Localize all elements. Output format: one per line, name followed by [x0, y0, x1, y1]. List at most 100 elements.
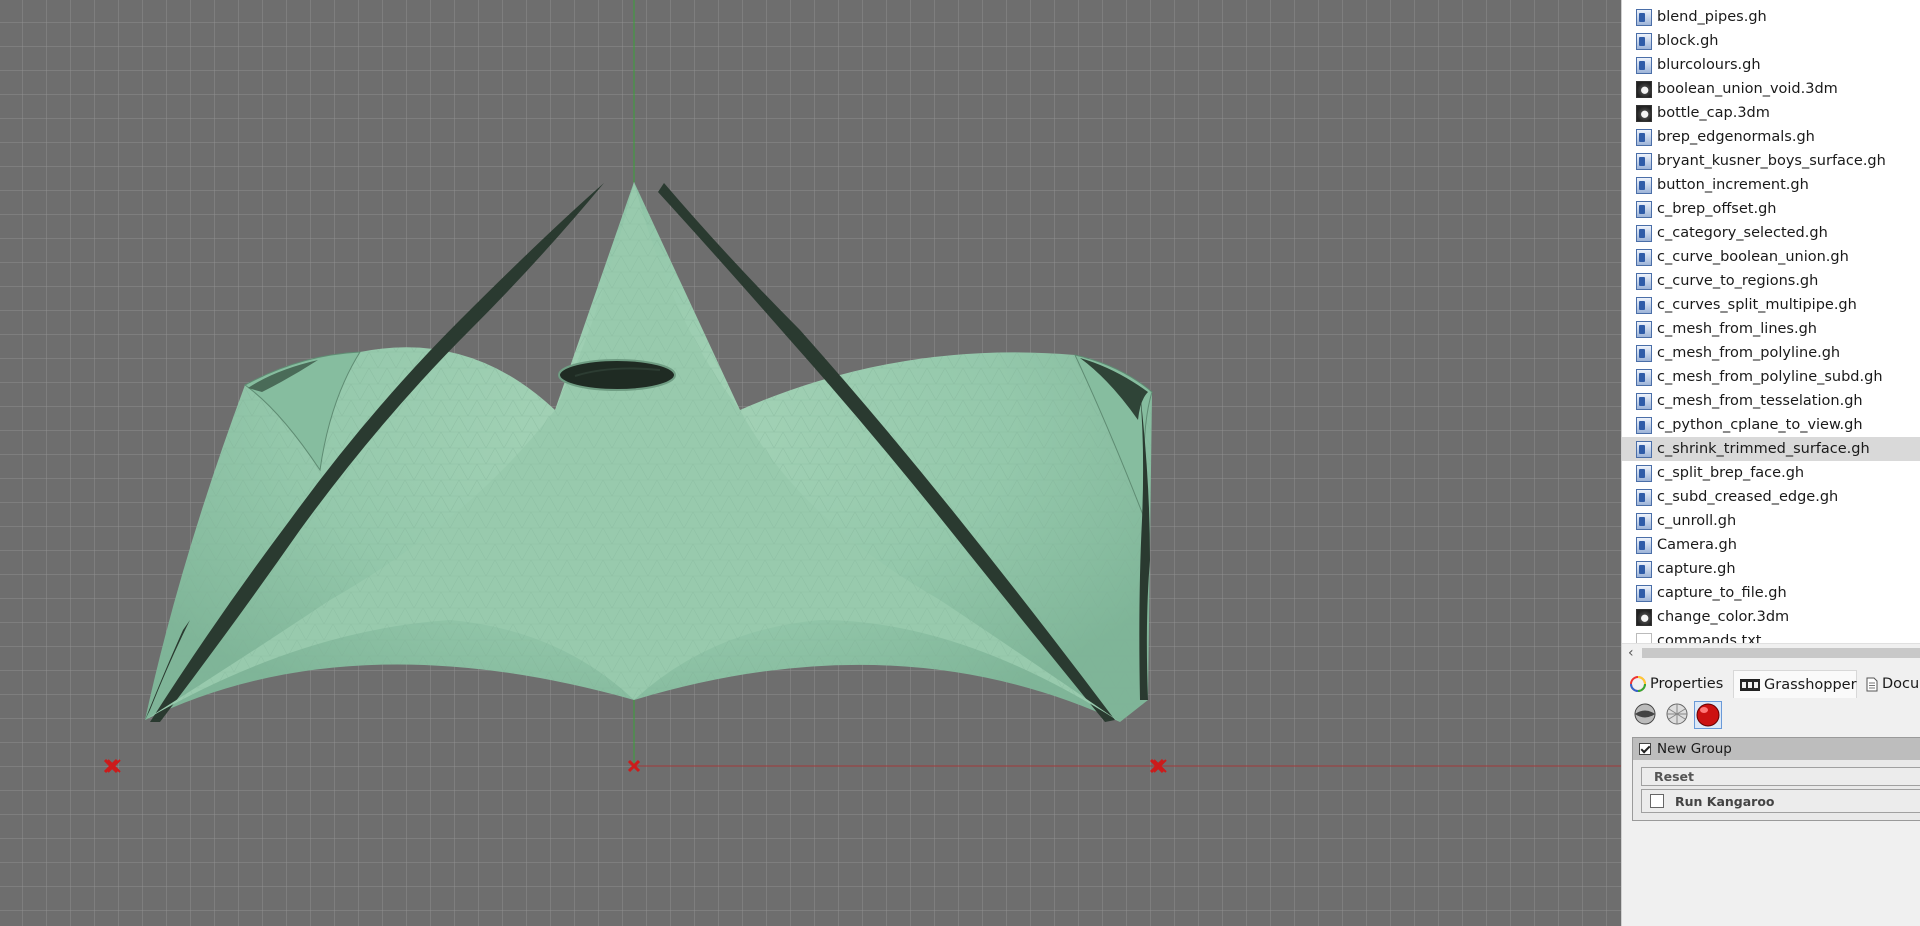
- tab-grasshopper[interactable]: Grasshopper: [1733, 670, 1857, 698]
- file-name: c_mesh_from_tesselation.gh: [1657, 393, 1863, 409]
- file-item[interactable]: c_mesh_from_tesselation.gh: [1622, 389, 1920, 413]
- scroll-left-icon[interactable]: ‹: [1628, 644, 1634, 662]
- file-item[interactable]: c_python_cplane_to_view.gh: [1622, 413, 1920, 437]
- panel-toolbar: [1622, 698, 1920, 734]
- file-item[interactable]: c_brep_offset.gh: [1622, 197, 1920, 221]
- file-item[interactable]: c_mesh_from_lines.gh: [1622, 317, 1920, 341]
- file-item[interactable]: button_increment.gh: [1622, 173, 1920, 197]
- file-item[interactable]: c_mesh_from_polyline_subd.gh: [1622, 365, 1920, 389]
- grasshopper-file-icon: [1636, 344, 1652, 362]
- file-name: bryant_kusner_boys_surface.gh: [1657, 153, 1886, 169]
- grasshopper-file-icon: [1636, 32, 1652, 50]
- tab-document[interactable]: Docum: [1860, 670, 1920, 698]
- file-name: c_mesh_from_lines.gh: [1657, 321, 1817, 337]
- file-name: c_brep_offset.gh: [1657, 201, 1777, 217]
- file-name: change_color.3dm: [1657, 609, 1790, 625]
- group-collapse-checkbox[interactable]: [1639, 743, 1651, 755]
- file-name: c_mesh_from_polyline.gh: [1657, 345, 1841, 361]
- grasshopper-file-icon: [1636, 464, 1652, 482]
- grasshopper-file-icon: [1636, 320, 1652, 338]
- rhino-viewport[interactable]: [0, 0, 1621, 926]
- grasshopper-file-icon: [1636, 200, 1652, 218]
- grasshopper-file-icon: [1636, 440, 1652, 458]
- grasshopper-file-icon: [1636, 224, 1652, 242]
- document-icon: [1866, 677, 1878, 691]
- horizontal-scrollbar[interactable]: ‹: [1622, 643, 1920, 662]
- text-file-icon: [1636, 632, 1652, 643]
- file-item[interactable]: c_shrink_trimmed_surface.gh: [1622, 437, 1920, 461]
- grasshopper-file-icon: [1636, 128, 1652, 146]
- file-name: blurcolours.gh: [1657, 57, 1761, 73]
- grasshopper-file-icon: [1636, 584, 1652, 602]
- file-name: c_unroll.gh: [1657, 513, 1737, 529]
- side-panel: blend_pipes.gh block.gh blurcolours.gh bool…: [1621, 0, 1920, 926]
- grasshopper-file-icon: [1636, 296, 1652, 314]
- grasshopper-file-icon: [1636, 248, 1652, 266]
- grasshopper-file-icon: [1636, 368, 1652, 386]
- run-kangaroo-label: Run Kangaroo: [1675, 793, 1775, 809]
- display-mode-button[interactable]: [1632, 701, 1660, 729]
- file-name: c_curve_to_regions.gh: [1657, 273, 1819, 289]
- file-item[interactable]: bryant_kusner_boys_surface.gh: [1622, 149, 1920, 173]
- run-kangaroo-toggle[interactable]: Run Kangaroo: [1641, 789, 1920, 813]
- file-name: bottle_cap.3dm: [1657, 105, 1770, 121]
- file-item[interactable]: c_unroll.gh: [1622, 509, 1920, 533]
- group-title: New Group: [1657, 741, 1732, 757]
- file-name: capture.gh: [1657, 561, 1736, 577]
- file-name: c_curves_split_multipipe.gh: [1657, 297, 1857, 313]
- file-item[interactable]: capture.gh: [1622, 557, 1920, 581]
- run-kangaroo-checkbox[interactable]: [1650, 794, 1664, 808]
- reset-button[interactable]: Reset: [1641, 767, 1920, 786]
- file-item[interactable]: c_curves_split_multipipe.gh: [1622, 293, 1920, 317]
- file-name: c_category_selected.gh: [1657, 225, 1828, 241]
- grasshopper-file-icon: [1636, 560, 1652, 578]
- file-name: commands.txt: [1657, 633, 1762, 643]
- file-name: c_mesh_from_polyline_subd.gh: [1657, 369, 1883, 385]
- grasshopper-file-icon: [1636, 392, 1652, 410]
- file-item[interactable]: boolean_union_void.3dm: [1622, 77, 1920, 101]
- file-item[interactable]: c_curve_to_regions.gh: [1622, 269, 1920, 293]
- file-name: c_split_brep_face.gh: [1657, 465, 1805, 481]
- panel-tabs: Properties Grasshopper Docum: [1622, 670, 1920, 698]
- file-item[interactable]: bottle_cap.3dm: [1622, 101, 1920, 125]
- file-name: brep_edgenormals.gh: [1657, 129, 1815, 145]
- grasshopper-file-icon: [1636, 488, 1652, 506]
- rhino-file-icon: [1636, 104, 1652, 122]
- file-name: c_curve_boolean_union.gh: [1657, 249, 1849, 265]
- file-item[interactable]: commands.txt: [1622, 629, 1920, 643]
- texture-mode-button[interactable]: [1664, 701, 1692, 729]
- file-item[interactable]: blend_pipes.gh: [1622, 5, 1920, 29]
- file-item[interactable]: capture_to_file.gh: [1622, 581, 1920, 605]
- file-name: blend_pipes.gh: [1657, 9, 1767, 25]
- grasshopper-file-icon: [1636, 512, 1652, 530]
- file-item[interactable]: c_split_brep_face.gh: [1622, 461, 1920, 485]
- tab-document-label: Docum: [1882, 676, 1920, 692]
- file-name: block.gh: [1657, 33, 1719, 49]
- file-item[interactable]: blurcolours.gh: [1622, 53, 1920, 77]
- tab-properties[interactable]: Properties: [1630, 670, 1736, 698]
- file-item[interactable]: c_curve_boolean_union.gh: [1622, 245, 1920, 269]
- grasshopper-file-icon: [1636, 152, 1652, 170]
- file-item[interactable]: block.gh: [1622, 29, 1920, 53]
- file-item[interactable]: c_category_selected.gh: [1622, 221, 1920, 245]
- file-item[interactable]: Camera.gh: [1622, 533, 1920, 557]
- file-list[interactable]: blend_pipes.gh block.gh blurcolours.gh bool…: [1622, 0, 1920, 643]
- mesh-sphere-icon: [1666, 703, 1688, 725]
- grasshopper-file-icon: [1636, 272, 1652, 290]
- scrollbar-thumb[interactable]: [1642, 648, 1920, 658]
- file-item[interactable]: brep_edgenormals.gh: [1622, 125, 1920, 149]
- file-item[interactable]: change_color.3dm: [1622, 605, 1920, 629]
- group-header[interactable]: New Group: [1633, 738, 1920, 760]
- grasshopper-file-icon: [1636, 56, 1652, 74]
- grasshopper-file-icon: [1636, 176, 1652, 194]
- viewport-canvas[interactable]: [0, 0, 1621, 926]
- grasshopper-file-icon: [1636, 8, 1652, 26]
- file-item[interactable]: c_mesh_from_polyline.gh: [1622, 341, 1920, 365]
- file-name: boolean_union_void.3dm: [1657, 81, 1838, 97]
- grasshopper-icon: [1740, 678, 1760, 691]
- file-item[interactable]: c_subd_creased_edge.gh: [1622, 485, 1920, 509]
- color-wheel-icon: [1630, 676, 1646, 692]
- material-sphere-icon: [1634, 703, 1656, 725]
- render-mode-button[interactable]: [1694, 701, 1722, 729]
- remote-control-group: New Group Reset Run Kangaroo: [1632, 737, 1920, 821]
